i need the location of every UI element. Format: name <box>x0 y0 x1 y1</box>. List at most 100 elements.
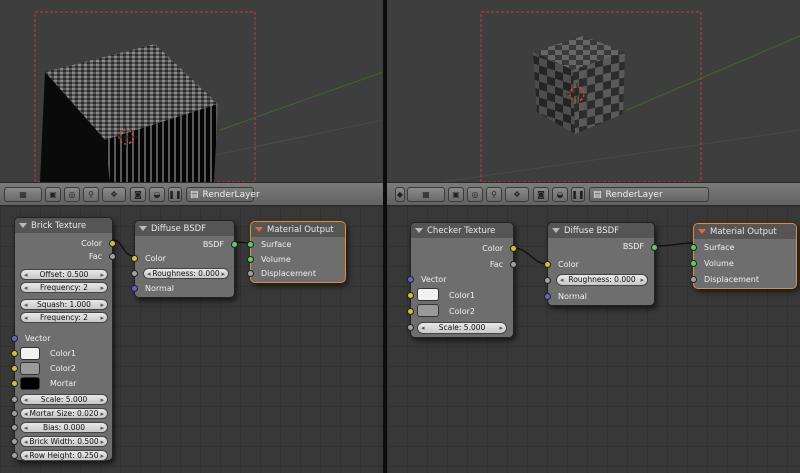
mortar-size-field[interactable]: ◂ Mortar Size: 0.020 ▸ <box>20 408 108 419</box>
output-socket-fac[interactable] <box>510 261 517 268</box>
collapse-icon[interactable] <box>698 229 706 234</box>
input-label: Vector <box>421 275 447 284</box>
squash-frequency-field[interactable]: ◂ Frequency: 2 ▸ <box>20 312 108 323</box>
node-header[interactable]: Brick Texture <box>15 218 112 233</box>
viewport-3d-left[interactable] <box>0 0 383 182</box>
node-editor-header-left: ▦ ▣ ◎ ⚲ ✥ ◙ ◒ ❚❚ ▤ RenderLayer <box>0 182 383 206</box>
render-icon[interactable]: ◙ <box>130 187 146 202</box>
x-axis-line <box>219 71 383 131</box>
render-icon[interactable]: ◙ <box>533 187 549 202</box>
material-output-node[interactable]: Material Output Surface Volume Displacem… <box>690 223 797 289</box>
node-title: Checker Texture <box>427 225 496 236</box>
material-icon[interactable]: ◎ <box>64 187 80 202</box>
input-row: Vector <box>411 274 513 286</box>
node-editor-right[interactable]: Checker Texture Color Fac Vector Color1 <box>387 206 800 473</box>
diffuse-bsdf-node[interactable]: Diffuse BSDF BSDF Color ◂ Roughness: 0.00… <box>544 222 658 306</box>
right-editor-pane: ◆ ▦ ▣ ◎ ⚲ ✥ ◙ ◒ ❚❚ ▤ RenderLayer Checker… <box>387 0 800 473</box>
render-layer-button[interactable]: ▤ RenderLayer <box>186 187 260 202</box>
input-socket-roughness[interactable] <box>544 277 551 284</box>
input-row: Color <box>135 253 234 265</box>
world-icon[interactable]: ◒ <box>149 187 165 202</box>
input-socket-brick-width[interactable] <box>11 438 18 445</box>
input-socket-scale[interactable] <box>407 324 414 331</box>
input-row: Color1 <box>15 348 112 360</box>
world-icon[interactable]: ◒ <box>552 187 568 202</box>
roughness-field[interactable]: ◂ Roughness: 0.000 ▸ <box>143 268 229 279</box>
input-row: Volume <box>251 254 345 266</box>
output-row: Fac <box>411 259 513 271</box>
input-socket-row-height[interactable] <box>11 452 18 459</box>
node-editor-left[interactable]: Brick Texture Color Fac ◂ Offset: 0.500 ▸ … <box>0 206 383 473</box>
collapse-icon[interactable] <box>139 226 147 231</box>
input-label: Color <box>558 260 579 269</box>
output-label: Fac <box>88 252 102 261</box>
input-label: Surface <box>261 240 292 249</box>
render-layer-icon: ▤ <box>190 189 199 200</box>
node-header[interactable]: Material Output <box>251 222 345 237</box>
input-socket-mortar-size[interactable] <box>11 410 18 417</box>
node-header[interactable]: Material Output <box>694 224 796 239</box>
node-header[interactable]: Checker Texture <box>411 223 513 238</box>
input-label: Vector <box>25 334 51 343</box>
pause-icon[interactable]: ❚❚ <box>168 187 182 202</box>
node-editor-header-right: ◆ ▦ ▣ ◎ ⚲ ✥ ◙ ◒ ❚❚ ▤ RenderLayer <box>387 182 800 206</box>
input-socket-roughness[interactable] <box>131 270 138 277</box>
row-height-field[interactable]: ◂ Row Height: 0.250 ▸ <box>20 450 108 461</box>
pin-icon[interactable]: ⚲ <box>83 187 99 202</box>
input-label: Surface <box>704 243 735 252</box>
sphere-preview-icon[interactable]: ▣ <box>448 187 464 202</box>
pin-icon[interactable]: ⚲ <box>486 187 502 202</box>
roughness-field[interactable]: ◂ Roughness: 0.000 ▸ <box>556 274 648 286</box>
view-type-icon[interactable]: ▦ <box>407 187 445 202</box>
node-title: Brick Texture <box>31 220 87 231</box>
sphere-preview-icon[interactable]: ▣ <box>45 187 61 202</box>
x-axis-line <box>626 35 800 111</box>
collapse-icon[interactable] <box>255 227 263 232</box>
collapse-icon[interactable] <box>415 228 423 233</box>
material-output-node[interactable]: Material Output Surface Volume Displacem… <box>247 221 346 283</box>
output-socket-bsdf[interactable] <box>231 241 238 248</box>
diffuse-bsdf-node[interactable]: Diffuse BSDF BSDF Color ◂ Roughness: 0.00… <box>131 220 238 298</box>
input-row: Displacement <box>694 274 796 286</box>
offset-field[interactable]: ◂ Offset: 0.500 ▸ <box>20 269 108 280</box>
view-type-icon[interactable]: ▦ <box>4 187 42 202</box>
collapse-icon[interactable] <box>552 228 560 233</box>
input-socket-scale[interactable] <box>11 396 18 403</box>
input-socket-bias[interactable] <box>11 424 18 431</box>
grid-line <box>438 129 800 182</box>
input-row: Surface <box>694 242 796 254</box>
bias-field[interactable]: ◂ Bias: 0.000 ▸ <box>20 422 108 433</box>
frequency-field[interactable]: ◂ Frequency: 2 ▸ <box>20 282 108 293</box>
link-icon[interactable]: ✥ <box>102 187 126 202</box>
scale-field[interactable]: ◂ Scale: 5.000 ▸ <box>417 322 507 334</box>
output-socket-fac[interactable] <box>109 253 116 260</box>
render-layer-button[interactable]: ▤ RenderLayer <box>589 187 709 202</box>
viewport-left-canvas <box>34 11 383 182</box>
output-label: Color <box>81 239 102 248</box>
node-header[interactable]: Diffuse BSDF <box>135 221 234 236</box>
editor-type-icon[interactable]: ◆ <box>395 187 405 202</box>
input-label: Displacement <box>261 269 316 278</box>
wire-bsdf <box>654 242 694 247</box>
pause-icon[interactable]: ❚❚ <box>571 187 585 202</box>
link-icon[interactable]: ✥ <box>505 187 529 202</box>
output-socket-color[interactable] <box>510 245 517 252</box>
output-socket-color[interactable] <box>109 240 116 247</box>
output-label: BSDF <box>622 242 644 251</box>
output-socket-bsdf[interactable] <box>651 244 658 251</box>
squash-field[interactable]: ◂ Squash: 1.000 ▸ <box>20 299 108 310</box>
viewport-3d-right[interactable] <box>387 0 800 182</box>
output-label: Fac <box>489 260 503 269</box>
node-header[interactable]: Diffuse BSDF <box>548 223 654 238</box>
checker-texture-node[interactable]: Checker Texture Color Fac Vector Color1 <box>407 222 517 338</box>
scale-field[interactable]: ◂ Scale: 5.000 ▸ <box>20 394 108 405</box>
output-label: BSDF <box>202 240 224 249</box>
input-label: Color1 <box>50 349 76 358</box>
output-row: BSDF <box>548 241 654 253</box>
input-row: Normal <box>548 291 654 303</box>
collapse-icon[interactable] <box>19 223 27 228</box>
material-icon[interactable]: ◎ <box>467 187 483 202</box>
brick-width-field[interactable]: ◂ Brick Width: 0.500 ▸ <box>20 436 108 447</box>
input-label: Volume <box>261 255 291 264</box>
brick-texture-node[interactable]: Brick Texture Color Fac ◂ Offset: 0.500 ▸ … <box>11 217 116 461</box>
